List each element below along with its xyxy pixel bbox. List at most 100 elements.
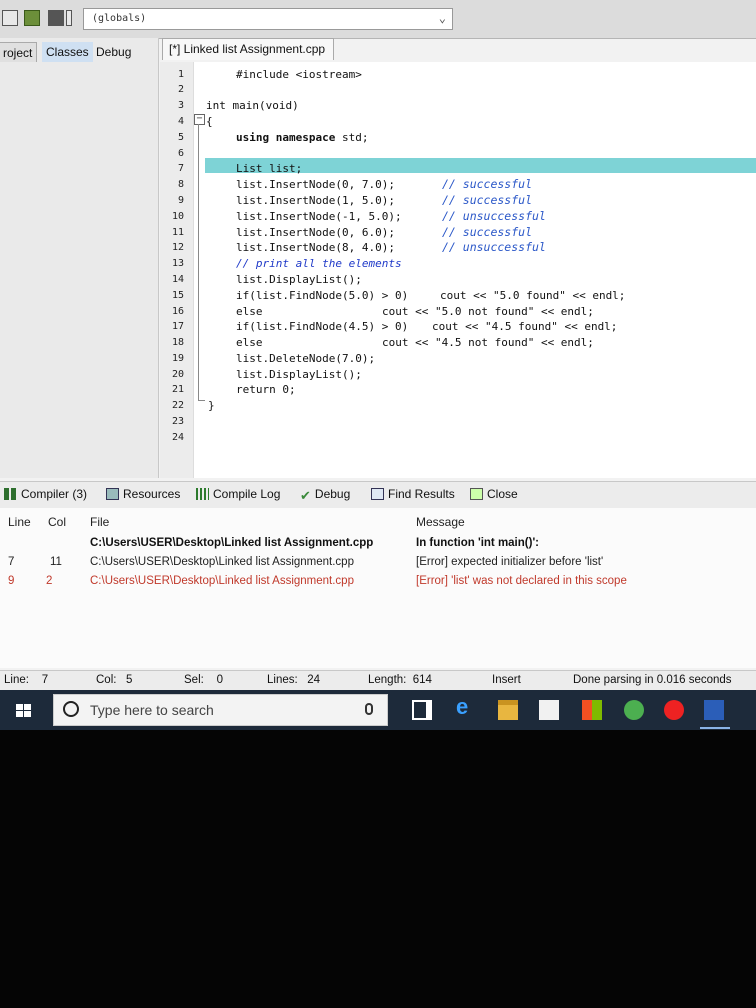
status-sel-value: 0 (216, 674, 224, 686)
find-icon (371, 488, 384, 500)
close-label: Close (487, 487, 518, 501)
result-message[interactable]: [Error] 'list' was not declared in this … (416, 575, 627, 587)
scope-selector[interactable]: (globals) ⌄ (83, 8, 453, 30)
line-number: 17 (171, 321, 184, 332)
code-comment: // unsuccessful (442, 209, 546, 223)
file-explorer-icon[interactable] (498, 700, 518, 720)
code-line: if(list.FindNode(4.5) > 0) (236, 320, 409, 333)
line-number: 5 (177, 132, 184, 143)
result-file[interactable]: C:\Users\USER\Desktop\Linked list Assign… (90, 575, 354, 587)
status-line: Line: 7 (4, 674, 48, 686)
code-comment: // successful (442, 193, 533, 207)
code-editor[interactable]: 1 2 3 4 5 6 7 8 9 10 11 12 13 14 15 16 1… (160, 62, 756, 478)
tab-resources[interactable]: Resources (106, 487, 180, 501)
fold-guide (198, 124, 199, 400)
tab-debug[interactable]: Debug (92, 42, 135, 62)
code-line: #include <iostream> (236, 68, 362, 81)
taskbar-search[interactable]: Type here to search (53, 694, 388, 726)
utorrent-icon[interactable] (624, 700, 644, 720)
line-number: 14 (171, 274, 184, 285)
status-length: Length: 614 (368, 674, 432, 686)
tab-compile-log[interactable]: Compile Log (196, 487, 280, 501)
tab-compiler-label: Compiler (3) (21, 487, 88, 501)
result-file[interactable]: C:\Users\USER\Desktop\Linked list Assign… (90, 537, 373, 549)
tab-find-results[interactable]: Find Results (371, 487, 455, 501)
result-file[interactable]: C:\Users\USER\Desktop\Linked list Assign… (90, 556, 354, 568)
code-line: { (206, 115, 213, 128)
code-line: list.InsertNode(8, 4.0); (236, 241, 395, 254)
tab-compiler[interactable]: Compiler (3) (4, 487, 87, 501)
tab-project[interactable]: roject (0, 42, 38, 62)
code-line: list.DisplayList(); (236, 273, 362, 286)
result-col[interactable]: 11 (50, 556, 62, 568)
checkmark-icon: ✔ (300, 488, 311, 503)
line-number: 4 (177, 116, 184, 127)
line-number: 23 (171, 416, 184, 427)
task-view-icon[interactable] (412, 700, 432, 720)
status-lines-label: Lines: (267, 674, 298, 686)
scope-selector-value: (globals) (92, 13, 147, 24)
code-line: return 0; (236, 383, 296, 396)
tab-find-results-label: Find Results (388, 487, 455, 501)
fold-guide-end (198, 400, 205, 401)
code-line: } (208, 399, 215, 412)
line-number: 12 (171, 242, 184, 253)
toolbar-separator (66, 10, 72, 26)
result-message[interactable]: In function 'int main()': (416, 537, 539, 549)
status-lines-value: 24 (307, 674, 321, 686)
toolbar-icon[interactable] (2, 10, 18, 26)
close-icon (470, 488, 483, 500)
fold-toggle-icon[interactable]: − (194, 114, 205, 125)
chevron-down-icon[interactable]: ⌄ (439, 11, 446, 25)
code-line: cout << "4.5 not found" << endl; (382, 336, 594, 349)
line-number: 8 (177, 179, 184, 190)
bottom-tab-bar: Compiler (3) Resources Compile Log ✔ Debu… (0, 481, 756, 509)
code-line: cout << "5.0 found" << endl; (440, 289, 626, 302)
tab-classes[interactable]: Classes (42, 42, 93, 62)
search-placeholder: Type here to search (90, 702, 214, 718)
opera-icon[interactable] (664, 700, 684, 720)
line-number-gutter: 1 2 3 4 5 6 7 8 9 10 11 12 13 14 15 16 1… (160, 62, 194, 478)
status-message: Done parsing in 0.016 seconds (573, 674, 732, 686)
windows-start-icon[interactable] (16, 704, 32, 718)
result-line[interactable]: 7 (8, 556, 14, 568)
line-number: 10 (171, 211, 184, 222)
close-panel-button[interactable]: Close (470, 487, 518, 501)
result-message[interactable]: [Error] expected initializer before 'lis… (416, 556, 603, 568)
toolbar-icon[interactable] (48, 10, 64, 26)
result-line[interactable]: 9 (8, 575, 14, 587)
column-header-line[interactable]: Line (8, 515, 31, 529)
column-header-message[interactable]: Message (416, 515, 465, 529)
status-length-label: Length: (368, 674, 407, 686)
result-col[interactable]: 2 (46, 575, 52, 587)
back-icon[interactable] (24, 10, 40, 26)
status-col-label: Col: (96, 674, 117, 686)
code-line: int main(void) (206, 99, 299, 112)
status-line-label: Line: (4, 674, 29, 686)
tab-debug-label: Debug (314, 487, 351, 501)
mail-icon[interactable] (539, 700, 559, 720)
code-line: cout << "4.5 found" << endl; (432, 320, 618, 333)
microphone-icon[interactable] (365, 703, 373, 715)
keyword: using namespace (236, 131, 336, 144)
line-number: 20 (171, 369, 184, 380)
store-icon[interactable] (582, 700, 602, 720)
code-text: std; (335, 131, 369, 144)
line-number: 11 (171, 227, 184, 238)
project-panel: roject Classes Debug (0, 38, 159, 478)
word-icon[interactable] (704, 700, 724, 720)
code-line: list.InsertNode(0, 7.0); (236, 178, 395, 191)
status-length-value: 614 (412, 674, 432, 686)
tab-debug-output[interactable]: ✔ Debug (300, 487, 351, 503)
column-header-col[interactable]: Col (48, 515, 66, 529)
status-sel: Sel: 0 (184, 674, 223, 686)
cortana-icon (63, 701, 79, 717)
file-tab[interactable]: [*] Linked list Assignment.cpp (162, 38, 335, 60)
column-header-file[interactable]: File (90, 515, 109, 529)
line-number: 18 (171, 337, 184, 348)
edge-browser-icon[interactable]: e (456, 694, 476, 719)
status-lines: Lines: 24 (267, 674, 320, 686)
line-number: 3 (177, 100, 184, 111)
code-comment: // unsuccessful (442, 240, 546, 254)
line-number: 7 (177, 163, 184, 174)
